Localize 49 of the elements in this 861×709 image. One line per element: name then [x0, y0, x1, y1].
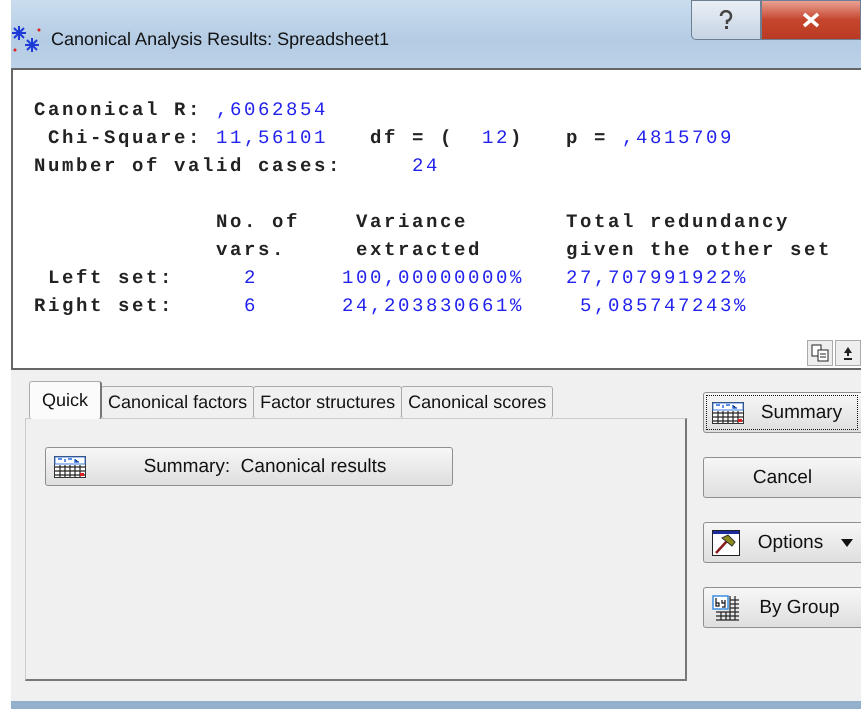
by-group-icon — [712, 594, 740, 620]
result-label: extracted — [356, 239, 482, 261]
collapse-button[interactable] — [835, 340, 861, 366]
result-label: p = — [566, 127, 608, 149]
result-label: Total redundancy — [566, 211, 790, 233]
result-label: Chi-Square: — [48, 127, 202, 149]
up-arrow-icon — [843, 346, 853, 360]
result-value: 100,00000000% — [342, 267, 524, 289]
result-value: 6 — [244, 295, 258, 317]
side-button[interactable]: Cancel — [703, 457, 861, 498]
help-button[interactable] — [691, 0, 761, 40]
side-button[interactable]: Options — [703, 522, 861, 563]
spreadsheet-icon — [712, 402, 744, 424]
copy-button[interactable] — [807, 340, 833, 366]
tab[interactable]: Canonical factors — [101, 386, 254, 418]
result-label: ) — [510, 127, 524, 149]
app-icon — [11, 24, 43, 54]
result-label: Number of valid cases: — [34, 155, 342, 177]
result-value: 2 — [244, 267, 258, 289]
close-icon — [802, 12, 820, 28]
result-label: vars. — [216, 239, 286, 261]
tab[interactable]: Quick — [29, 381, 102, 419]
result-value: ,4815709 — [622, 127, 734, 149]
result-value: ,6062854 — [216, 99, 328, 121]
result-value: 24,203830661% — [342, 295, 524, 317]
result-label: Variance — [356, 211, 468, 233]
hammer-icon — [712, 530, 740, 556]
result-value: 27,707991922% — [566, 267, 748, 289]
result-label: given the other set — [566, 239, 832, 261]
result-label: No. of — [216, 211, 300, 233]
result-value: 12 — [482, 127, 510, 149]
spreadsheet-icon — [54, 456, 86, 478]
result-label: Left set: — [48, 267, 174, 289]
side-button[interactable]: Summary — [703, 392, 861, 433]
window-title: Canonical Analysis Results: Spreadsheet1 — [51, 28, 390, 50]
result-label: Canonical R: — [34, 99, 202, 121]
result-value: 5,085747243% — [580, 295, 748, 317]
close-button[interactable] — [761, 0, 861, 40]
tab[interactable]: Canonical scores — [401, 386, 554, 418]
result-label: Right set: — [34, 295, 174, 317]
help-icon — [719, 10, 733, 30]
result-label: df = ( — [370, 127, 454, 149]
tab[interactable]: Factor structures — [253, 386, 402, 418]
result-value: 24 — [412, 155, 440, 177]
result-value: 11,56101 — [216, 127, 328, 149]
summary-results-button[interactable]: Summary: Canonical results — [45, 447, 453, 486]
side-button[interactable]: By Group — [703, 587, 861, 628]
dropdown-caret-icon — [841, 538, 853, 546]
copy-icon — [811, 344, 829, 362]
